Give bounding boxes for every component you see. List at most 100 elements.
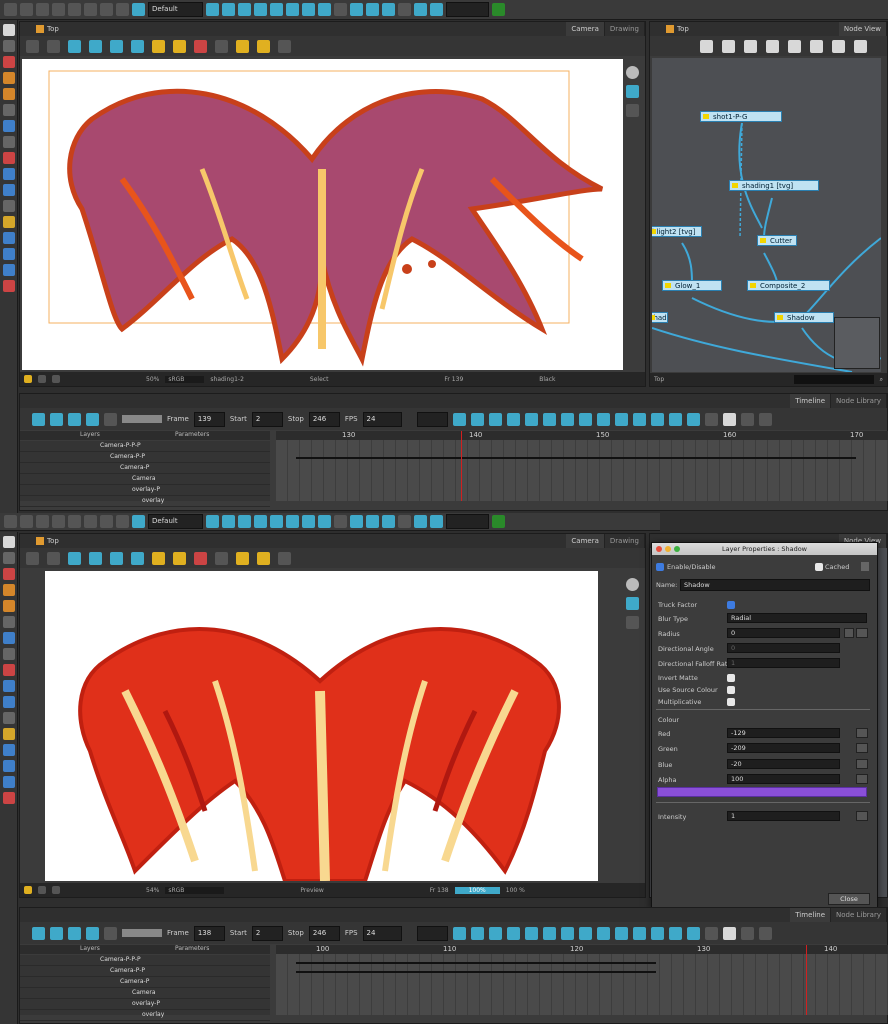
window-zoom-icon[interactable]	[674, 546, 680, 552]
grid-icon[interactable]	[68, 39, 81, 53]
frame-ruler[interactable]: 100 110 120 130 140	[276, 945, 888, 954]
bone-tool-icon[interactable]	[2, 216, 15, 228]
stop-motion-icon[interactable]	[506, 926, 520, 940]
speed-slider[interactable]	[122, 929, 162, 937]
undo-icon[interactable]	[68, 515, 81, 528]
labels-icon[interactable]	[758, 412, 772, 426]
node-shadow[interactable]: Shadow	[774, 312, 834, 323]
workspace-select[interactable]: Default	[148, 514, 203, 529]
skeleton-icon[interactable]	[382, 515, 395, 528]
paste-key-icon[interactable]	[578, 926, 592, 940]
copy-key-icon[interactable]	[560, 412, 574, 426]
lock-icon[interactable]	[152, 551, 165, 565]
invert-matte-checkbox[interactable]	[727, 674, 735, 682]
node-breadcrumb[interactable]: Top	[677, 25, 689, 33]
composite-node-icon[interactable]	[744, 39, 757, 53]
node-navigator[interactable]	[834, 317, 880, 369]
select-tool-icon[interactable]	[2, 536, 15, 548]
next-key-icon[interactable]	[650, 412, 664, 426]
layer-row[interactable]: Camera-P	[20, 977, 270, 988]
brush-tool-icon[interactable]	[2, 568, 15, 580]
bone-icon[interactable]	[286, 515, 299, 528]
fps-field[interactable]: 24	[362, 411, 402, 427]
layer-row[interactable]: Camera-P-P	[20, 452, 270, 463]
keyframe-icon[interactable]	[470, 412, 484, 426]
add-node-icon[interactable]	[700, 39, 713, 53]
start-field[interactable]: 2	[251, 411, 283, 427]
node-cutter[interactable]: Cutter	[757, 235, 797, 246]
node-composite[interactable]: Composite_2	[747, 280, 830, 291]
function-icon[interactable]	[856, 628, 868, 638]
contour-tool-icon[interactable]	[2, 552, 15, 564]
window-close-icon[interactable]	[656, 546, 662, 552]
text-tool-icon[interactable]	[2, 104, 15, 116]
node-shot1-peg[interactable]: shot1-P-G	[700, 111, 782, 122]
workspace-icon[interactable]	[206, 3, 219, 16]
write-node-icon[interactable]	[810, 39, 823, 53]
falloff-field[interactable]: 1	[727, 658, 840, 668]
grid-toggle-icon[interactable]	[278, 551, 291, 565]
node-icon[interactable]	[302, 3, 315, 16]
remove-key-icon[interactable]	[614, 412, 628, 426]
node-shading1[interactable]: shading1 [tvg]	[729, 180, 819, 191]
top-stage-canvas[interactable]	[22, 59, 623, 370]
playhead[interactable]	[461, 431, 462, 501]
light-table-icon[interactable]	[131, 551, 144, 565]
fps-field[interactable]: 24	[362, 925, 402, 941]
pivot-icon[interactable]	[222, 3, 235, 16]
pencil-line-icon[interactable]	[194, 551, 207, 565]
unlock-icon[interactable]	[173, 551, 186, 565]
interpolation-select[interactable]	[416, 411, 448, 427]
preview-status-icon[interactable]	[52, 375, 60, 383]
deform-icon[interactable]	[270, 3, 283, 16]
grid-toggle-icon[interactable]	[278, 39, 291, 53]
layer-row[interactable]: overlay-P	[20, 999, 270, 1010]
reset-view-icon[interactable]	[625, 66, 639, 79]
save-icon[interactable]	[36, 515, 49, 528]
function-icon[interactable]	[856, 728, 868, 738]
layer-row[interactable]: Camera-P	[20, 463, 270, 474]
frame-field[interactable]: 139	[193, 411, 225, 427]
safe-area-icon[interactable]	[89, 551, 102, 565]
pot-tool-icon[interactable]	[2, 792, 15, 804]
preview-status-icon[interactable]	[52, 886, 60, 894]
expand-icon[interactable]	[704, 412, 718, 426]
settings-gear-icon[interactable]	[47, 551, 60, 565]
cut-icon[interactable]	[52, 3, 65, 16]
layer-row[interactable]: Camera-P-P	[20, 966, 270, 977]
layer-row[interactable]: Camera-P-P-P	[20, 955, 270, 966]
home-icon-node[interactable]	[666, 25, 674, 33]
camera-breadcrumb[interactable]: Top	[47, 537, 59, 545]
motion-icon[interactable]	[488, 926, 502, 940]
settings-gear-icon[interactable]	[47, 39, 60, 53]
scissors-icon[interactable]	[84, 3, 97, 16]
shape-tool-icon[interactable]	[2, 632, 15, 644]
loop-icon[interactable]	[68, 926, 81, 940]
scrub-sound-icon[interactable]	[104, 412, 117, 426]
pan-icon[interactable]	[625, 616, 639, 629]
bone-tool-icon[interactable]	[2, 728, 15, 740]
open-icon[interactable]	[20, 3, 33, 16]
add-key-icon[interactable]	[596, 412, 610, 426]
lock-icon[interactable]	[152, 39, 165, 53]
tab-node-library[interactable]: Node Library	[831, 908, 887, 922]
green-field[interactable]: -209	[727, 743, 840, 753]
text-tool-icon[interactable]	[2, 616, 15, 628]
link-icon[interactable]	[318, 3, 331, 16]
play-icon[interactable]	[32, 926, 45, 940]
frame-ruler[interactable]: 130 140 150 160 170	[276, 431, 888, 440]
ruler-icon[interactable]	[215, 551, 228, 565]
tab-drawing[interactable]: Drawing	[604, 534, 645, 548]
record-icon[interactable]	[398, 3, 411, 16]
prev-key-icon[interactable]	[632, 412, 646, 426]
view-toggle-icon[interactable]	[722, 412, 736, 426]
color-select[interactable]	[446, 2, 489, 17]
intensity-field[interactable]: 1	[727, 811, 840, 821]
bg-mode[interactable]: Black	[539, 376, 555, 383]
timeline-icon[interactable]	[132, 3, 145, 16]
pan-icon[interactable]	[625, 104, 639, 117]
color-select[interactable]	[446, 514, 489, 529]
ruler-icon[interactable]	[215, 39, 228, 53]
view-toggle-icon[interactable]	[722, 926, 736, 940]
enable-checkbox[interactable]	[656, 563, 664, 571]
